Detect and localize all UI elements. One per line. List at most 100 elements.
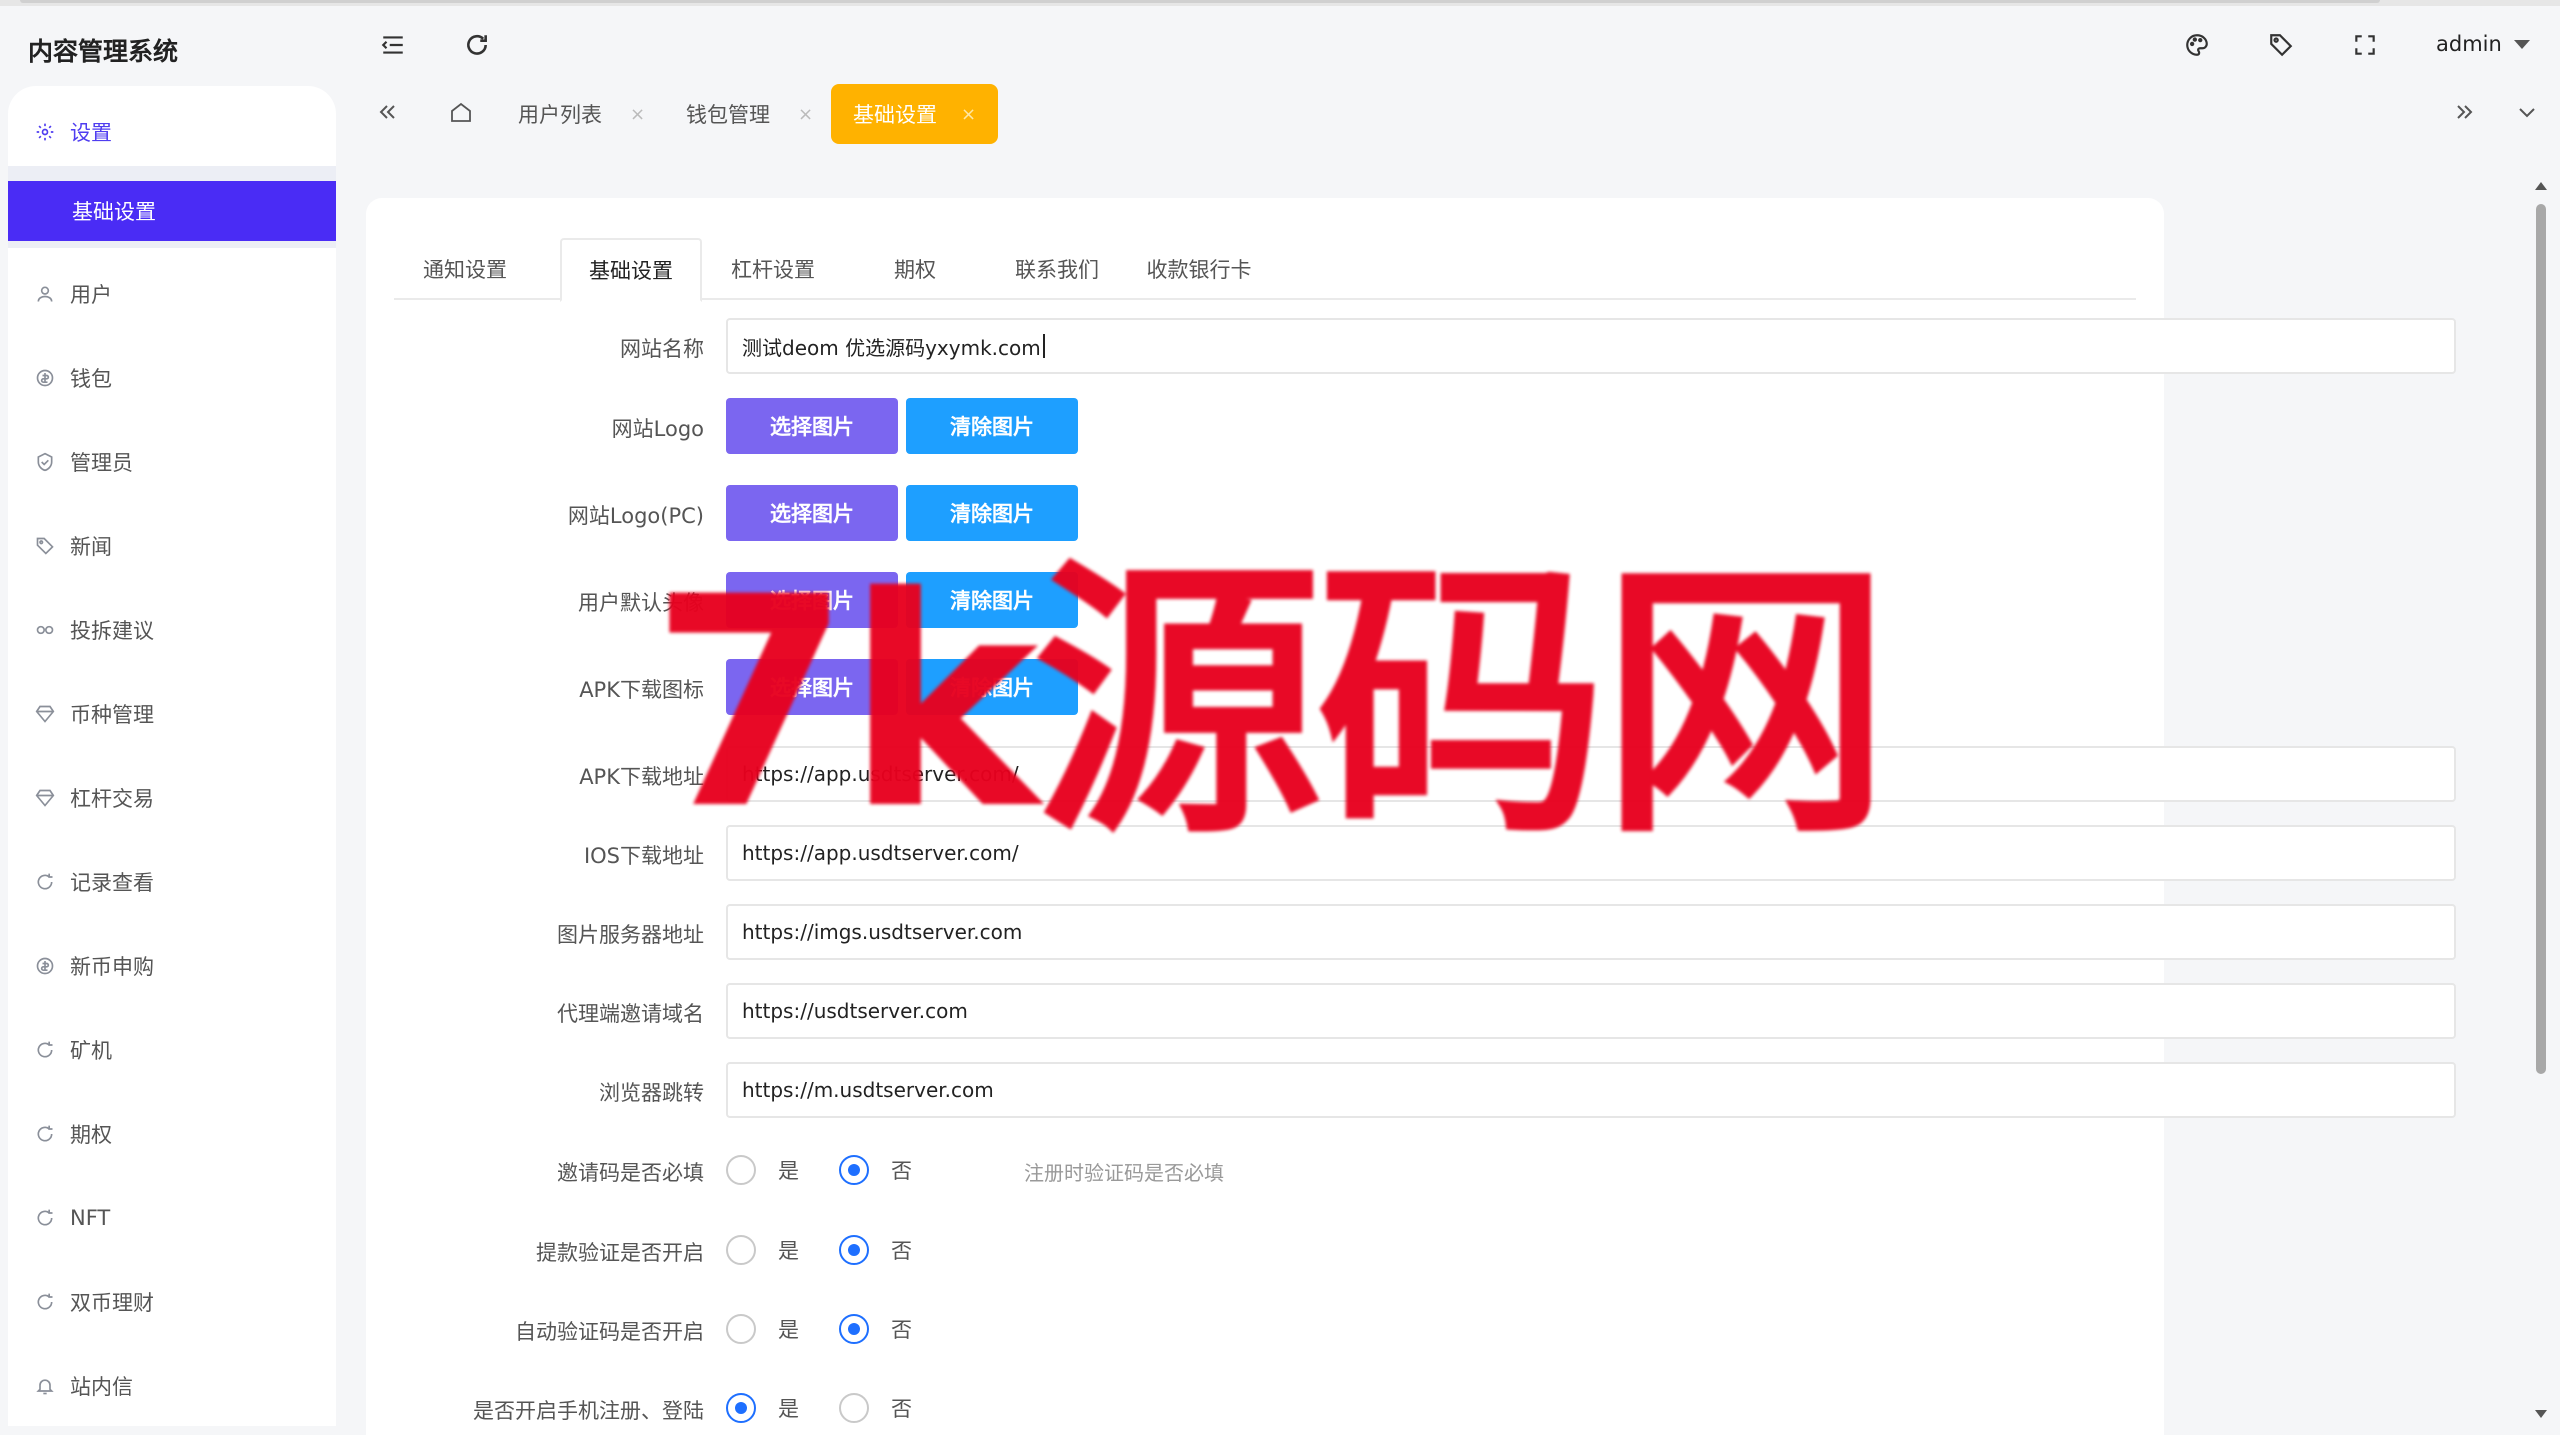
agent-domain-input[interactable]: https://usdtserver.com	[726, 983, 2456, 1039]
diamond-icon	[34, 703, 56, 725]
withdraw-verify-label: 提款验证是否开启	[536, 1241, 704, 1265]
tab-notification-settings[interactable]: 通知设置	[394, 238, 536, 300]
dollar-icon	[34, 367, 56, 389]
sidebar-item-miner[interactable]: 矿机	[8, 1020, 336, 1080]
logo-pc-clear-button[interactable]: 清除图片	[906, 485, 1078, 541]
image-server-input[interactable]: https://imgs.usdtserver.com	[726, 904, 2456, 960]
diamond-icon	[34, 787, 56, 809]
sidebar-item-users[interactable]: 用户	[8, 264, 336, 324]
sidebar-item-new-coin[interactable]: 新币申购	[8, 936, 336, 996]
sidebar-menu: 设置 基础设置 用户 钱包 管理员 新闻 投拆建议 币种管理 杠杆交易 记录查看…	[8, 86, 336, 1426]
tab-basic-settings[interactable]: 基础设置 ×	[831, 84, 999, 144]
withdraw-verify-yes-radio[interactable]	[726, 1235, 756, 1265]
cycle-icon	[34, 871, 56, 893]
browser-jump-input[interactable]: https://m.usdtserver.com	[726, 1062, 2456, 1118]
cycle-icon	[34, 1039, 56, 1061]
user-menu[interactable]: admin	[2436, 32, 2530, 56]
sidebar-item-label: 管理员	[70, 451, 133, 475]
cycle-icon	[34, 1291, 56, 1313]
sidebar-item-label: 新闻	[70, 535, 112, 559]
site-name-label: 网站名称	[620, 337, 704, 361]
close-icon[interactable]: ×	[798, 104, 813, 125]
browser-top-strip	[0, 0, 2560, 6]
theme-palette-icon[interactable]	[2182, 30, 2212, 60]
sidebar-item-leverage[interactable]: 杠杆交易	[8, 768, 336, 828]
scrollbar-thumb[interactable]	[2536, 204, 2546, 1074]
scroll-up-icon[interactable]	[2535, 182, 2547, 190]
logo-label: 网站Logo	[611, 417, 704, 441]
logo-clear-button[interactable]: 清除图片	[906, 398, 1078, 454]
site-name-input[interactable]: 测试deom 优选源码yxymk.com	[726, 318, 2456, 374]
sidebar-item-currencies[interactable]: 币种管理	[8, 684, 336, 744]
phone-register-no-radio[interactable]	[839, 1393, 869, 1423]
tab-bank-cards[interactable]: 收款银行卡	[1128, 238, 1270, 300]
auto-code-yes-radio[interactable]	[726, 1314, 756, 1344]
close-icon[interactable]: ×	[630, 104, 645, 125]
sidebar-item-nft[interactable]: NFT	[8, 1188, 336, 1248]
refresh-icon[interactable]	[462, 30, 492, 60]
tabs-menu-chevron-down-icon[interactable]	[2512, 92, 2542, 132]
sidebar-item-label: 杠杆交易	[70, 787, 154, 811]
tab-basic-settings-content[interactable]: 基础设置	[560, 238, 702, 302]
sidebar-item-dual-currency[interactable]: 双币理财	[8, 1272, 336, 1332]
settings-tabs: 通知设置 基础设置 杠杆设置 期权 联系我们 收款银行卡	[394, 238, 2136, 302]
phone-register-yes-radio[interactable]	[726, 1393, 756, 1423]
sidebar-item-records[interactable]: 记录查看	[8, 852, 336, 912]
home-icon[interactable]	[446, 92, 476, 132]
sidebar-item-label: 记录查看	[70, 871, 154, 895]
phone-register-radio-group: 是 否	[726, 1393, 952, 1423]
shield-icon	[34, 451, 56, 473]
auto-code-no-radio[interactable]	[839, 1314, 869, 1344]
logo-select-button[interactable]: 选择图片	[726, 398, 898, 454]
tab-contact-us[interactable]: 联系我们	[986, 238, 1128, 300]
sidebar-item-suggestions[interactable]: 投拆建议	[8, 600, 336, 660]
sidebar-item-label: 用户	[70, 283, 112, 307]
radio-label-yes: 是	[778, 1397, 799, 1421]
fullscreen-icon[interactable]	[2350, 30, 2380, 60]
collapse-menu-icon[interactable]	[378, 30, 408, 60]
tab-wallet-management[interactable]: 钱包管理 ×	[686, 84, 813, 144]
caret-down-icon	[2513, 39, 2530, 49]
sidebar-item-label: 新币申购	[70, 955, 154, 979]
tab-options[interactable]: 期权	[844, 238, 986, 300]
withdraw-verify-no-radio[interactable]	[839, 1235, 869, 1265]
link-icon	[34, 619, 56, 641]
gear-icon	[34, 121, 56, 143]
invite-required-yes-radio[interactable]	[726, 1155, 756, 1185]
invite-required-hint: 注册时验证码是否必填	[1024, 1161, 1224, 1185]
logo-pc-select-button[interactable]: 选择图片	[726, 485, 898, 541]
tabs-scroll-right-icon[interactable]	[2450, 92, 2480, 132]
tag-icon	[34, 535, 56, 557]
tab-leverage-settings[interactable]: 杠杆设置	[702, 238, 844, 300]
sidebar-item-label: 双币理财	[70, 1291, 154, 1315]
bell-icon	[34, 1375, 56, 1397]
sidebar-item-label: 站内信	[70, 1375, 133, 1399]
sidebar-item-messages[interactable]: 站内信	[8, 1356, 336, 1416]
auto-code-radio-group: 是 否	[726, 1314, 952, 1344]
username: admin	[2436, 32, 2502, 56]
tabs-scroll-left-icon[interactable]	[372, 92, 402, 132]
image-server-label: 图片服务器地址	[557, 923, 704, 947]
radio-label-no: 否	[891, 1318, 912, 1342]
sidebar-item-options[interactable]: 期权	[8, 1104, 336, 1164]
sidebar-item-news[interactable]: 新闻	[8, 516, 336, 576]
radio-label-yes: 是	[778, 1239, 799, 1263]
sidebar-item-admins[interactable]: 管理员	[8, 432, 336, 492]
tag-icon[interactable]	[2266, 30, 2296, 60]
invite-required-no-radio[interactable]	[839, 1155, 869, 1185]
browser-top-bar	[20, 0, 2380, 3]
scroll-down-icon[interactable]	[2535, 1410, 2547, 1418]
sidebar-item-wallet[interactable]: 钱包	[8, 348, 336, 408]
sidebar-item-settings[interactable]: 设置	[8, 102, 336, 162]
auto-code-label: 自动验证码是否开启	[515, 1320, 704, 1344]
sidebar-item-label: 期权	[70, 1123, 112, 1147]
sidebar-item-label: 钱包	[70, 367, 112, 391]
site-name-value: 测试deom 优选源码yxymk.com	[742, 335, 1041, 360]
sidebar-item-label: NFT	[70, 1206, 111, 1230]
sidebar-item-label: 设置	[70, 121, 112, 145]
tab-user-list[interactable]: 用户列表 ×	[518, 84, 645, 144]
radio-label-no: 否	[891, 1239, 912, 1263]
sidebar-item-basic-settings[interactable]: 基础设置	[8, 181, 336, 241]
browser-jump-label: 浏览器跳转	[599, 1081, 704, 1105]
close-icon[interactable]: ×	[961, 104, 976, 125]
